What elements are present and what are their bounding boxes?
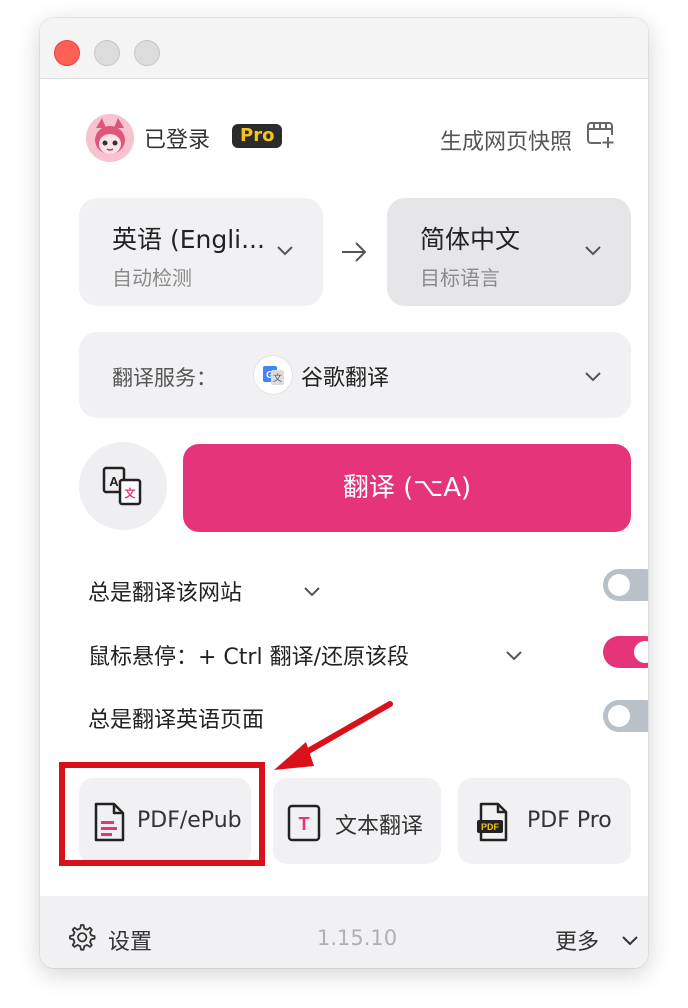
login-status: 已登录 [144, 128, 211, 153]
source-language-sub: 自动检测 [112, 266, 192, 290]
avatar[interactable] [86, 114, 134, 162]
chevron-down-icon [277, 246, 293, 256]
minimize-window-button[interactable] [94, 40, 120, 66]
settings-button[interactable]: 设置 [108, 924, 152, 956]
text-box-icon: T [287, 804, 321, 842]
svg-text:A: A [109, 474, 119, 489]
translate-button[interactable]: 翻译 (⌥A) [183, 444, 631, 532]
tool-label: 文本翻译 [335, 814, 424, 839]
option-label: 鼠标悬停：+ Ctrl 翻译/还原该段 [88, 645, 409, 670]
close-window-button[interactable] [54, 40, 80, 66]
footer-bar: 设置 1.15.10 更多 [40, 896, 648, 968]
annotation-arrow-icon [274, 701, 393, 770]
option-always-translate-site: 总是翻译该网站 [88, 569, 648, 607]
svg-text:文: 文 [273, 372, 282, 383]
pro-badge: Pro [232, 124, 283, 148]
chevron-down-icon[interactable] [302, 581, 322, 601]
chevron-down-icon[interactable] [504, 645, 524, 665]
option-hover-translate: 鼠标悬停：+ Ctrl 翻译/还原该段 [88, 635, 648, 671]
svg-text:PDF: PDF [481, 822, 500, 832]
highlight-box [59, 762, 265, 866]
pdf-file-icon: PDF [477, 802, 508, 842]
source-language-select[interactable]: 英语 (Engli... 自动检测 [79, 198, 323, 306]
translation-service-select[interactable]: 翻译服务： G 文 谷歌翻译 [79, 332, 631, 418]
tool-label: PDF Pro [527, 808, 612, 833]
option-label: 总是翻译该网站 [88, 581, 243, 606]
snapshot-label[interactable]: 生成网页快照 [440, 124, 572, 156]
snapshot-icon[interactable] [586, 120, 616, 150]
chevron-down-icon[interactable] [620, 930, 640, 950]
chevron-down-icon [585, 372, 601, 382]
swap-translation-mode-button[interactable]: A 文 [79, 442, 167, 530]
toggle-always-translate-site[interactable] [603, 569, 648, 601]
translate-mode-icon: A 文 [102, 466, 142, 506]
target-language-select[interactable]: 简体中文 目标语言 [387, 198, 631, 306]
version-label: 1.15.10 [317, 926, 398, 950]
text-translate-button[interactable]: T 文本翻译 [273, 778, 441, 864]
toggle-hover-translate[interactable] [603, 636, 648, 668]
gear-icon[interactable] [66, 922, 96, 952]
chevron-down-icon [585, 246, 601, 256]
arrow-right-icon [342, 242, 367, 262]
source-language-name: 英语 (Engli... [112, 225, 265, 254]
toggle-always-translate-english[interactable] [603, 700, 648, 732]
service-name: 谷歌翻译 [301, 366, 390, 391]
svg-text:文: 文 [125, 486, 137, 500]
google-translate-icon: G 文 [254, 356, 292, 394]
target-language-sub: 目标语言 [420, 266, 500, 290]
title-bar [40, 18, 648, 79]
more-button[interactable]: 更多 [555, 924, 599, 956]
pdf-pro-button[interactable]: PDF PDF Pro [458, 778, 631, 864]
target-language-name: 简体中文 [420, 225, 521, 254]
service-label: 翻译服务： [112, 366, 217, 390]
svg-text:T: T [299, 814, 310, 834]
zoom-window-button[interactable] [134, 40, 160, 66]
account-header: 已登录 Pro 生成网页快照 [86, 114, 616, 164]
option-label: 总是翻译英语页面 [88, 708, 265, 733]
